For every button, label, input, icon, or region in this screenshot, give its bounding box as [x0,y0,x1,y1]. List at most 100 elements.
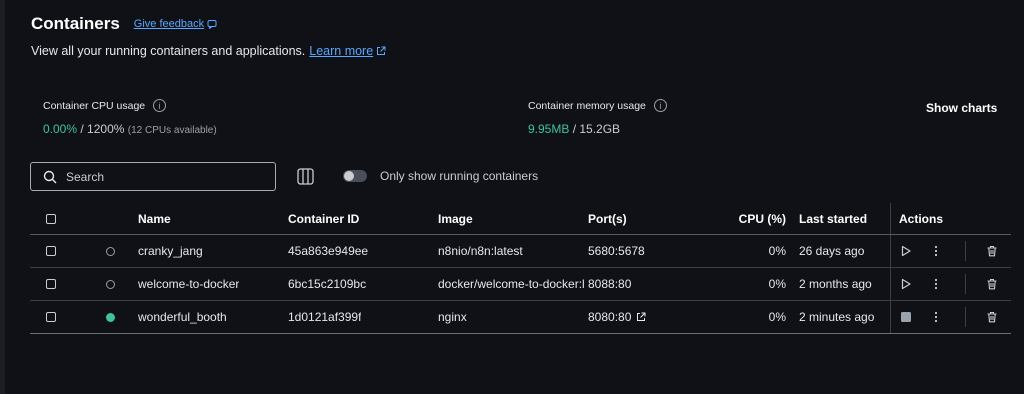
action-separator [965,274,966,294]
column-header-container-id[interactable]: Container ID [288,203,359,234]
table-row[interactable]: cranky_jang 45a863e949ee n8nio/n8n:lates… [30,235,1011,268]
page-subtitle: View all your running containers and app… [31,44,386,58]
stop-icon [901,312,911,322]
delete-button[interactable] [986,301,998,333]
container-name[interactable]: cranky_jang [138,235,203,267]
row-select-cell [46,268,56,300]
status-cell [106,301,115,333]
column-header-image[interactable]: Image [438,203,586,234]
play-icon [901,278,911,290]
memory-usage-stat: Container memory usage i 9.95MB / 15.2GB [528,99,667,136]
status-running-icon [106,312,115,322]
cpu-usage-stat: Container CPU usage i 0.00% / 1200% (12 … [43,99,217,136]
more-icon [934,245,938,257]
container-id: 1d0121af399f [288,310,362,324]
search-placeholder: Search [66,169,105,184]
stop-button[interactable] [900,301,912,333]
more-actions-button[interactable] [933,301,939,333]
column-header-name[interactable]: Name [138,203,171,234]
action-separator [965,307,966,327]
row-checkbox[interactable] [46,312,56,322]
container-port: 8080:80 [588,310,632,324]
action-separator [965,241,966,261]
more-actions-button[interactable] [933,268,939,300]
select-all-checkbox[interactable] [46,213,56,224]
status-stopped-icon [106,246,115,256]
column-header-ports[interactable]: Port(s) [588,203,627,234]
search-input[interactable]: Search [30,162,276,191]
columns-icon[interactable] [297,168,314,185]
memory-usage-label-row: Container memory usage i [528,99,667,112]
row-checkbox[interactable] [46,246,56,256]
container-image[interactable]: nginx [438,301,586,333]
play-icon [901,245,911,257]
cpu-usage-value-row: 0.00% / 1200% (12 CPUs available) [43,122,217,136]
container-image[interactable]: docker/welcome-to-docker:l [438,268,586,300]
start-button[interactable] [900,268,912,300]
memory-usage-value: 9.95MB [528,122,570,136]
row-checkbox[interactable] [46,279,56,289]
memory-usage-max: / 15.2GB [572,122,621,136]
feedback-icon [207,20,217,29]
info-icon[interactable]: i [653,99,667,112]
container-name[interactable]: wonderful_booth [138,301,227,333]
containers-table: Name Container ID Image Port(s) CPU (%) … [30,203,1011,334]
table-row[interactable]: welcome-to-docker 6bc15c2109bc docker/we… [30,268,1011,301]
container-image[interactable]: n8nio/n8n:latest [438,235,586,267]
container-last-started: 26 days ago [799,244,865,258]
toggle-knob [344,171,354,181]
container-cpu: 0% [768,244,786,258]
row-select-cell [46,301,56,333]
subtitle-text: View all your running containers and app… [31,44,306,58]
select-all-cell [46,203,56,234]
cpu-count-note: (12 CPUs available) [127,125,217,136]
container-id: 6bc15c2109bc [288,277,367,291]
search-icon [43,170,57,183]
container-cpu: 0% [768,310,786,324]
trash-icon [987,245,997,257]
running-only-toggle[interactable] [343,170,367,182]
status-cell [106,235,115,267]
container-last-started: 2 minutes ago [799,310,875,324]
container-port-link[interactable]: 8080:80 [588,301,646,333]
table-row[interactable]: wonderful_booth 1d0121af399f nginx 8080:… [30,301,1011,334]
status-stopped-icon [106,279,115,289]
cpu-usage-value: 0.00% [43,122,78,136]
memory-usage-label: Container memory usage [528,99,646,112]
column-header-last-started[interactable]: Last started [799,203,867,234]
memory-usage-value-row: 9.95MB / 15.2GB [528,122,667,136]
external-link-icon [637,312,646,321]
cpu-usage-max: / 1200% [80,122,125,136]
status-cell [106,268,115,300]
give-feedback-link[interactable]: Give feedback [134,18,217,30]
more-actions-button[interactable] [933,235,939,267]
external-link-icon [377,46,386,55]
row-select-cell [46,235,56,267]
column-header-cpu[interactable]: CPU (%) [688,203,786,234]
column-header-actions: Actions [899,211,944,226]
give-feedback-label: Give feedback [133,18,205,30]
delete-button[interactable] [986,235,998,267]
more-icon [934,278,938,290]
container-port: 8088:80 [588,277,632,291]
delete-button[interactable] [986,268,998,300]
container-last-started: 2 months ago [799,277,872,291]
more-icon [934,311,938,323]
start-button[interactable] [900,235,912,267]
cpu-usage-label-row: Container CPU usage i [43,99,217,112]
cpu-usage-label: Container CPU usage [43,99,146,112]
page-title: Containers [31,14,120,33]
page-header: Containers Give feedback [31,14,217,34]
table-header-row: Name Container ID Image Port(s) CPU (%) … [30,203,1011,235]
container-port: 5680:5678 [588,244,645,258]
learn-more-link[interactable]: Learn more [309,44,386,58]
info-icon[interactable]: i [153,99,167,112]
left-sidebar-edge [0,0,5,394]
running-only-label: Only show running containers [380,169,539,183]
learn-more-label: Learn more [309,44,374,58]
container-id: 45a863e949ee [288,244,369,258]
show-charts-button[interactable]: Show charts [926,101,997,115]
container-cpu: 0% [768,277,786,291]
container-name[interactable]: welcome-to-docker [138,268,239,300]
trash-icon [987,311,997,323]
